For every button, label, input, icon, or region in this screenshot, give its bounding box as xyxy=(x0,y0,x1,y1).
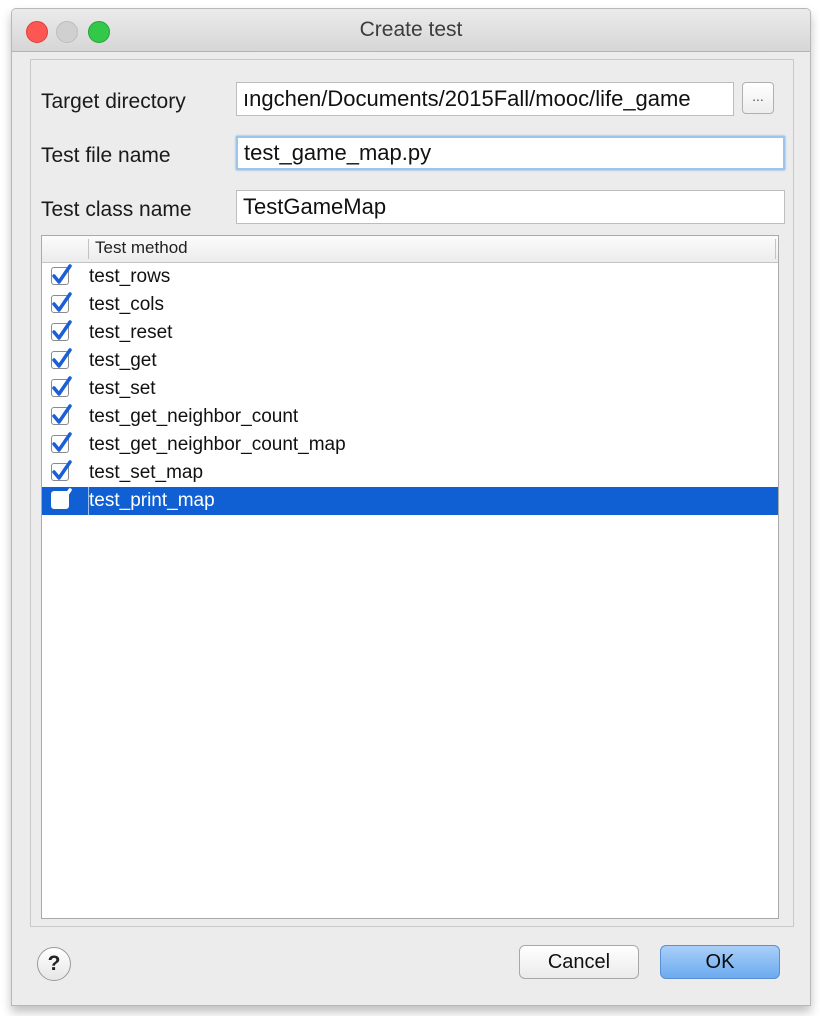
check-icon xyxy=(52,320,72,340)
browse-directory-button[interactable]: ... xyxy=(742,82,774,114)
check-icon xyxy=(52,264,72,284)
test-method-row[interactable]: test_reset xyxy=(42,319,778,347)
create-test-dialog: Create test Target directory ıngchen/Doc… xyxy=(11,8,811,1006)
test-method-name: test_print_map xyxy=(89,490,215,511)
test-file-name-label: Test file name xyxy=(41,144,171,167)
dialog-content: Target directory ıngchen/Documents/2015F… xyxy=(30,59,794,927)
test-method-name: test_reset xyxy=(89,322,173,343)
test-method-checkbox[interactable] xyxy=(51,488,72,509)
check-icon xyxy=(52,404,72,424)
test-method-row[interactable]: test_get_neighbor_count_map xyxy=(42,431,778,459)
header-divider xyxy=(88,239,89,259)
test-method-checkbox[interactable] xyxy=(51,320,72,341)
target-directory-field[interactable]: ıngchen/Documents/2015Fall/mooc/life_gam… xyxy=(236,82,734,116)
test-file-name-field[interactable]: test_game_map.py xyxy=(236,136,785,170)
test-method-row[interactable]: test_set_map xyxy=(42,459,778,487)
header-end-divider xyxy=(775,239,776,259)
ellipsis-icon: ... xyxy=(752,88,764,104)
help-button[interactable]: ? xyxy=(37,947,71,981)
test-method-row[interactable]: test_rows xyxy=(42,263,778,291)
test-method-row[interactable]: test_set xyxy=(42,375,778,403)
test-method-checkbox[interactable] xyxy=(51,264,72,285)
check-icon xyxy=(52,460,72,480)
test-method-checkbox[interactable] xyxy=(51,376,72,397)
test-method-checkbox[interactable] xyxy=(51,292,72,313)
ok-button[interactable]: OK xyxy=(660,945,780,979)
test-method-name: test_get_neighbor_count_map xyxy=(89,434,346,455)
test-method-name: test_rows xyxy=(89,266,171,287)
check-icon xyxy=(52,292,72,312)
test-method-list: test_rows test_cols test_reset test_gettest… xyxy=(42,263,778,515)
test-method-name: test_get xyxy=(89,350,157,371)
title-bar: Create test xyxy=(12,9,810,52)
table-header: Test method xyxy=(42,236,778,263)
check-icon xyxy=(52,348,72,368)
test-class-name-field[interactable]: TestGameMap xyxy=(236,190,785,224)
test-method-table: Test method test_rows test_cols test_reset… xyxy=(41,235,779,919)
test-method-name: test_cols xyxy=(89,294,164,315)
check-icon xyxy=(52,376,72,396)
test-method-row[interactable]: test_get_neighbor_count xyxy=(42,403,778,431)
test-method-checkbox[interactable] xyxy=(51,404,72,425)
test-class-name-label: Test class name xyxy=(41,198,192,221)
test-method-column-header[interactable]: Test method xyxy=(95,238,188,258)
test-method-row[interactable]: test_cols xyxy=(42,291,778,319)
cancel-button[interactable]: Cancel xyxy=(519,945,639,979)
check-icon xyxy=(52,488,72,508)
check-icon xyxy=(52,432,72,452)
test-method-name: test_get_neighbor_count xyxy=(89,406,299,427)
target-directory-label: Target directory xyxy=(41,90,186,113)
test-method-checkbox[interactable] xyxy=(51,460,72,481)
test-method-name: test_set xyxy=(89,378,156,399)
test-method-row[interactable]: test_get xyxy=(42,347,778,375)
test-method-row[interactable]: test_print_map xyxy=(42,487,778,515)
test-method-checkbox[interactable] xyxy=(51,432,72,453)
window-title: Create test xyxy=(359,18,463,41)
help-icon: ? xyxy=(47,952,61,975)
test-method-name: test_set_map xyxy=(89,462,204,483)
test-method-checkbox[interactable] xyxy=(51,348,72,369)
